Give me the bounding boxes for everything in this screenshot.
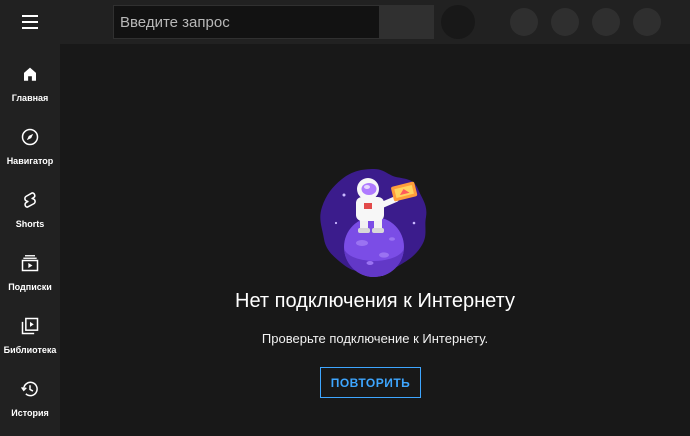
compass-icon <box>20 127 40 147</box>
voice-search-button[interactable] <box>441 5 475 39</box>
header-action-placeholder-2[interactable] <box>551 8 579 36</box>
header-action-placeholder-1[interactable] <box>510 8 538 36</box>
subscriptions-icon <box>20 253 40 273</box>
sidebar: Главная Навигатор Shorts Подписки Библио… <box>0 44 60 436</box>
main-content: Нет подключения к Интернету Проверьте по… <box>60 44 690 436</box>
header-action-placeholder-3[interactable] <box>592 8 620 36</box>
sidebar-item-history[interactable]: История <box>0 359 60 422</box>
sidebar-item-label: Подписки <box>8 282 52 292</box>
astronaut-on-planet-illustration <box>320 169 427 277</box>
avatar-placeholder[interactable] <box>633 8 661 36</box>
sidebar-item-subscriptions[interactable]: Подписки <box>0 233 60 296</box>
home-icon <box>20 64 40 84</box>
history-icon <box>20 379 40 399</box>
shorts-icon <box>20 190 40 210</box>
sidebar-item-label: История <box>11 408 49 418</box>
sidebar-item-home[interactable]: Главная <box>0 44 60 107</box>
retry-button[interactable]: ПОВТОРИТЬ <box>320 367 421 398</box>
sidebar-item-shorts[interactable]: Shorts <box>0 170 60 233</box>
menu-icon[interactable] <box>12 6 48 38</box>
page-subtitle: Проверьте подключение к Интернету. <box>261 331 489 346</box>
library-icon <box>20 316 40 336</box>
search-button[interactable] <box>380 5 434 39</box>
sidebar-item-explore[interactable]: Навигатор <box>0 107 60 170</box>
sidebar-item-label: Shorts <box>15 219 45 229</box>
search-input[interactable] <box>114 6 379 38</box>
page-title: Нет подключения к Интернету <box>235 290 515 312</box>
sidebar-item-library[interactable]: Библиотека <box>0 296 60 359</box>
sidebar-item-label: Главная <box>11 93 49 103</box>
search-box[interactable] <box>113 5 380 39</box>
sidebar-item-label: Навигатор <box>6 156 54 166</box>
sidebar-item-label: Библиотека <box>3 345 57 355</box>
top-bar <box>0 0 690 44</box>
